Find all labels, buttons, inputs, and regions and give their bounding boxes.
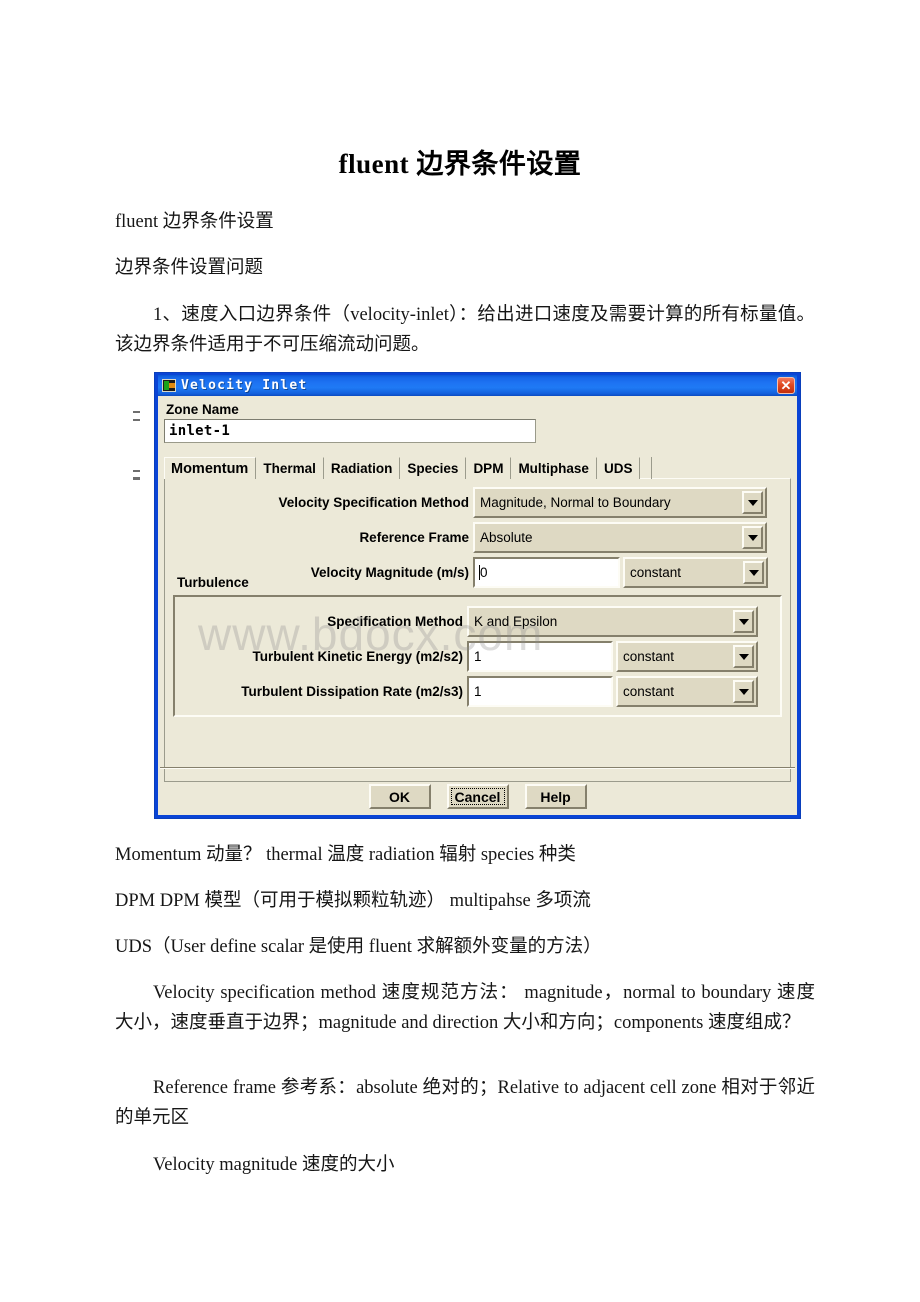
turbulence-group-label: Turbulence [177,575,249,590]
velocity-magnitude-value: 0 [480,565,488,580]
reference-frame-row: Reference Frame Absolute [173,522,782,553]
chevron-down-icon[interactable] [733,610,754,633]
paragraph-4: Momentum 动量？ thermal 温度 radiation 辐射 spe… [115,845,576,865]
velocity-magnitude-profile-dropdown[interactable]: constant [623,557,768,588]
turbulence-group: Turbulence Specification Method K and Ep… [173,575,782,717]
dialog-titlebar[interactable]: Velocity Inlet ✕ [158,375,797,396]
turbulent-dissipation-rate-row: Turbulent Dissipation Rate (m2/s3) 1 con… [183,676,772,707]
ok-button[interactable]: OK [368,784,431,809]
velocity-spec-method-dropdown[interactable]: Magnitude, Normal to Boundary [473,487,767,518]
dialog-button-bar: OK Cancel Help [158,776,797,809]
tab-radiation[interactable]: Radiation [323,457,401,479]
dialog-tabs: Momentum Thermal Radiation Species DPM M… [164,456,791,479]
turbulent-kinetic-energy-input[interactable]: 1 [467,641,613,672]
chevron-down-icon[interactable] [742,526,763,549]
turbulence-spec-method-dropdown[interactable]: K and Epsilon [467,606,758,637]
turbulent-kinetic-energy-row: Turbulent Kinetic Energy (m2/s2) 1 const… [183,641,772,672]
paragraph-5: DPM DPM 模型（可用于模拟颗粒轨迹） multipahse 多项流 [115,891,591,911]
turbulent-kinetic-energy-profile-dropdown[interactable]: constant [616,641,758,672]
paragraph-2: 边界条件设置问题 [115,258,264,278]
paragraph-7: Velocity specification method 速度规范方法： ma… [115,983,815,1033]
momentum-panel: Velocity Specification Method Magnitude,… [164,478,791,782]
dialog-body: Zone Name inlet-1 Momentum Thermal Radia… [158,396,797,815]
tab-thermal[interactable]: Thermal [256,457,324,479]
velocity-inlet-dialog-figure: Velocity Inlet ✕ Zone Name inlet-1 Momen… [133,373,800,818]
reference-frame-dropdown[interactable]: Absolute [473,522,767,553]
fluent-app-icon [162,379,176,392]
help-button[interactable]: Help [524,784,587,809]
reference-frame-value: Absolute [480,530,533,545]
chevron-down-icon[interactable] [733,645,754,668]
focus-ring [450,788,505,805]
turbulent-dissipation-rate-label: Turbulent Dissipation Rate (m2/s3) [241,684,463,699]
velocity-inlet-dialog: Velocity Inlet ✕ Zone Name inlet-1 Momen… [155,373,800,818]
velocity-magnitude-input[interactable]: 0 [473,557,620,588]
turbulent-dissipation-rate-profile-dropdown[interactable]: constant [616,676,758,707]
page-title: fluent 边界条件设置 [338,149,582,179]
paragraph-3: 1、速度入口边界条件（velocity-inlet）：给出进口速度及需要计算的所… [115,305,815,355]
velocity-magnitude-profile-value: constant [630,565,682,580]
chevron-down-icon[interactable] [742,491,763,514]
close-icon[interactable]: ✕ [777,377,795,394]
scan-artifact [133,470,140,472]
turbulence-spec-method-label: Specification Method [327,614,463,629]
turbulent-dissipation-rate-input[interactable]: 1 [467,676,613,707]
velocity-spec-method-label: Velocity Specification Method [278,495,469,510]
tab-dpm[interactable]: DPM [466,457,512,479]
turbulence-spec-method-value: K and Epsilon [474,614,558,629]
paragraph-6: UDS（User define scalar 是使用 fluent 求解额外变量… [115,937,602,957]
turbulent-kinetic-energy-profile-value: constant [623,649,675,664]
tab-strip-filler [640,457,653,479]
zone-name-input[interactable]: inlet-1 [164,419,536,443]
button-bar-divider [160,767,795,769]
scan-artifact [133,477,140,480]
zone-name-label: Zone Name [166,402,239,417]
velocity-spec-method-row: Velocity Specification Method Magnitude,… [173,487,782,518]
cancel-button[interactable]: Cancel [446,784,509,809]
paragraph-9: Velocity magnitude 速度的大小 [153,1155,395,1175]
velocity-spec-method-value: Magnitude, Normal to Boundary [480,495,671,510]
scan-artifact [133,419,140,421]
chevron-down-icon[interactable] [743,561,764,584]
scan-artifact [133,411,140,413]
reference-frame-label: Reference Frame [359,530,469,545]
tab-momentum[interactable]: Momentum [164,457,257,479]
tab-species[interactable]: Species [400,457,467,479]
dialog-title: Velocity Inlet [181,378,308,393]
tab-multiphase[interactable]: Multiphase [511,457,597,479]
turbulent-dissipation-rate-profile-value: constant [623,684,675,699]
chevron-down-icon[interactable] [733,680,754,703]
paragraph-1: fluent 边界条件设置 [115,212,274,232]
velocity-magnitude-row: Velocity Magnitude (m/s) 0 constant [173,557,782,588]
paragraph-8: Reference frame 参考系：absolute 绝对的；Relativ… [115,1078,815,1128]
turbulence-spec-method-row: Specification Method K and Epsilon [183,606,772,637]
tab-uds[interactable]: UDS [596,457,641,479]
turbulent-kinetic-energy-label: Turbulent Kinetic Energy (m2/s2) [252,649,463,664]
